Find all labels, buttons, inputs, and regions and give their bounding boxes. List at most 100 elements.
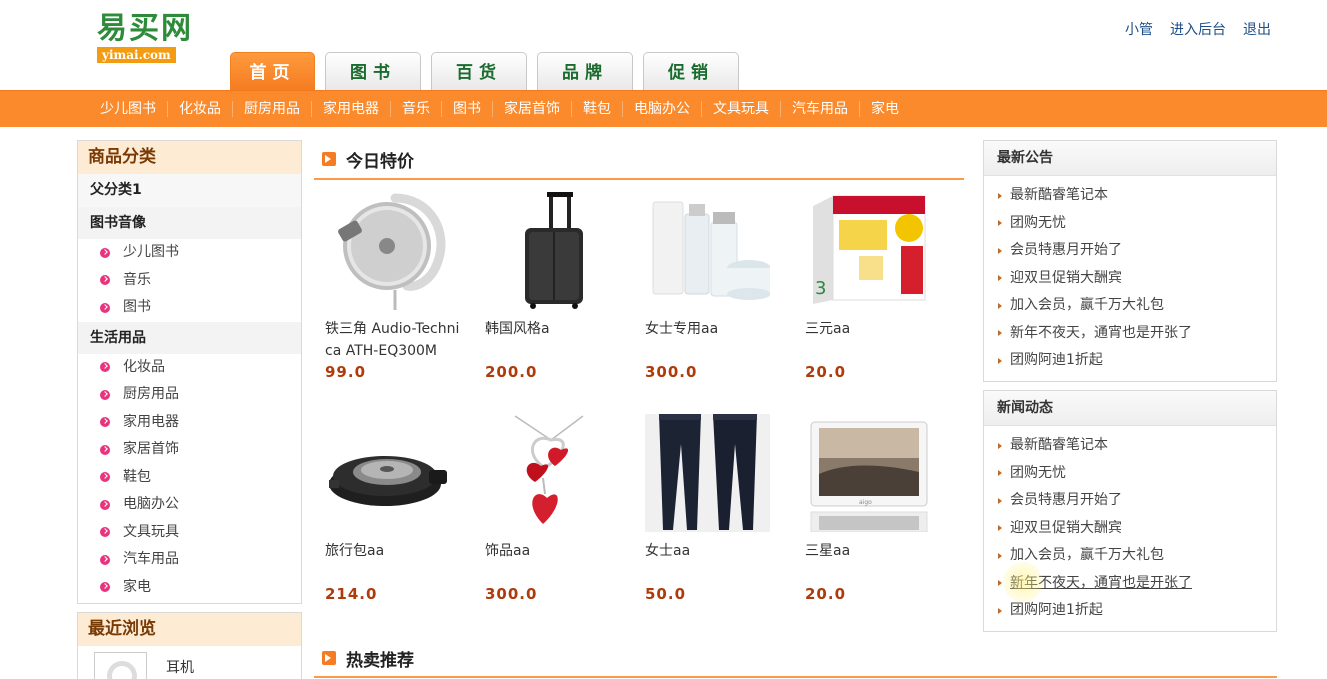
category-item[interactable]: 少儿图书 xyxy=(78,239,301,267)
notice-item[interactable]: 团购阿迪1折起 xyxy=(998,347,1276,375)
bullet-arrow-icon xyxy=(100,275,110,286)
notice-item[interactable]: 加入会员，赢千万大礼包 xyxy=(998,292,1276,320)
jeans-image-icon[interactable] xyxy=(645,414,770,532)
category-item[interactable]: 家用电器 xyxy=(78,409,301,437)
news-item[interactable]: 最新酷睿笔记本 xyxy=(998,432,1276,460)
category-item-label: 家用电器 xyxy=(123,413,179,430)
notice-panel: 最新公告 最新酷睿笔记本 团购无忧 会员特惠月开始了 迎双旦促销大酬宾 加入会员… xyxy=(983,140,1277,382)
logout-link[interactable]: 退出 xyxy=(1243,19,1271,39)
notice-title: 最新公告 xyxy=(984,141,1276,176)
milk-box-image-icon[interactable]: 3 xyxy=(805,192,930,310)
notice-item[interactable]: 最新酷睿笔记本 xyxy=(998,182,1276,210)
notice-item[interactable]: 团购无忧 xyxy=(998,210,1276,238)
product-card[interactable]: 铁三角 Audio-Technica ATH-EQ300M 99.0 xyxy=(325,192,485,414)
category-item[interactable]: 鞋包 xyxy=(78,464,301,492)
user-link[interactable]: 小管 xyxy=(1125,19,1153,39)
news-item[interactable]: 加入会员，赢千万大礼包 xyxy=(998,542,1276,570)
category-item[interactable]: 汽车用品 xyxy=(78,546,301,574)
news-item[interactable]: 会员特惠月开始了 xyxy=(998,487,1276,515)
cosmetics-image-icon[interactable] xyxy=(645,192,770,310)
category-item-label: 化妆品 xyxy=(123,358,165,375)
arrow-icon xyxy=(322,651,336,665)
news-title: 新闻动态 xyxy=(984,391,1276,426)
grill-image-icon[interactable] xyxy=(325,414,450,532)
news-item[interactable]: 团购无忧 xyxy=(998,460,1276,488)
nav-item[interactable]: 鞋包 xyxy=(572,101,623,117)
tab-home[interactable]: 首页 xyxy=(230,52,315,90)
recent-title: 最近浏览 xyxy=(78,613,301,646)
photo-frame-image-icon[interactable]: aigo xyxy=(805,414,930,532)
product-price: 20.0 xyxy=(805,363,847,381)
category-item[interactable]: 音乐 xyxy=(78,267,301,295)
headphone-image-icon[interactable] xyxy=(325,192,450,310)
bullet-arrow-icon xyxy=(100,302,110,313)
notice-item[interactable]: 迎双旦促销大酬宾 xyxy=(998,265,1276,293)
category-item[interactable]: 化妆品 xyxy=(78,354,301,382)
product-card[interactable]: aigo 三星aa 20.0 xyxy=(805,414,965,636)
product-name[interactable]: 铁三角 Audio-Technica ATH-EQ300M xyxy=(325,318,465,362)
nav-item[interactable]: 厨房用品 xyxy=(233,101,312,117)
category-item-label: 厨房用品 xyxy=(123,386,179,402)
category-item[interactable]: 电脑办公 xyxy=(78,491,301,519)
news-item[interactable]: 新年不夜天，通宵也是开张了 xyxy=(998,570,1276,598)
product-price: 20.0 xyxy=(805,585,847,603)
category-group[interactable]: 生活用品 xyxy=(78,321,301,354)
news-item[interactable]: 团购阿迪1折起 xyxy=(998,597,1276,625)
category-item[interactable]: 家电 xyxy=(78,574,301,602)
category-item[interactable]: 图书 xyxy=(78,294,301,322)
bullet-arrow-icon xyxy=(100,554,110,565)
nav-item[interactable]: 图书 xyxy=(442,101,493,117)
nav-item[interactable]: 少儿图书 xyxy=(89,101,168,117)
product-name[interactable]: 女士aa xyxy=(645,540,785,584)
nav-item[interactable]: 家电 xyxy=(860,101,910,117)
header: 易买网 yimai.com 小管 进入后台 退出 首页 图书 百货 品牌 促销 xyxy=(0,0,1327,90)
notice-item[interactable]: 会员特惠月开始了 xyxy=(998,237,1276,265)
nav-item[interactable]: 家用电器 xyxy=(312,101,391,117)
tab-department[interactable]: 百货 xyxy=(431,52,527,90)
tab-brands[interactable]: 品牌 xyxy=(537,52,633,90)
nav-item[interactable]: 化妆品 xyxy=(168,101,233,117)
category-title: 商品分类 xyxy=(78,141,301,174)
product-name[interactable]: 三星aa xyxy=(805,540,945,584)
product-card[interactable]: 3 三元aa 20.0 xyxy=(805,192,965,414)
nav-item[interactable]: 家居首饰 xyxy=(493,101,572,117)
bullet-arrow-icon xyxy=(100,362,110,373)
notice-box: 最新公告 最新酷睿笔记本 团购无忧 会员特惠月开始了 迎双旦促销大酬宾 加入会员… xyxy=(983,140,1277,382)
svg-text:3: 3 xyxy=(815,278,826,299)
nav-item[interactable]: 汽车用品 xyxy=(781,101,860,117)
product-price: 300.0 xyxy=(645,363,698,381)
heart-pendant-image-icon[interactable] xyxy=(485,414,610,532)
parent-category[interactable]: 父分类1 xyxy=(78,174,301,207)
category-item[interactable]: 厨房用品 xyxy=(78,381,301,409)
product-card[interactable]: 饰品aa 300.0 xyxy=(485,414,645,636)
category-group[interactable]: 图书音像 xyxy=(78,207,301,239)
nav-item[interactable]: 文具玩具 xyxy=(702,101,781,117)
news-item[interactable]: 迎双旦促销大酬宾 xyxy=(998,515,1276,543)
product-card[interactable]: 女士专用aa 300.0 xyxy=(645,192,805,414)
bullet-arrow-icon xyxy=(100,247,110,258)
product-name[interactable]: 旅行包aa xyxy=(325,540,465,584)
arrow-icon xyxy=(322,152,336,166)
nav-item[interactable]: 电脑办公 xyxy=(623,101,702,117)
product-name[interactable]: 饰品aa xyxy=(485,540,625,584)
recent-item[interactable]: 耳机 xyxy=(78,646,301,679)
nav-item[interactable]: 音乐 xyxy=(391,101,442,117)
product-name[interactable]: 韩国风格a xyxy=(485,318,625,362)
admin-link[interactable]: 进入后台 xyxy=(1170,19,1226,39)
tab-promotions[interactable]: 促销 xyxy=(643,52,739,90)
hot-recommend: 热卖推荐 xyxy=(314,640,1277,678)
product-name[interactable]: 三元aa xyxy=(805,318,945,362)
product-name[interactable]: 女士专用aa xyxy=(645,318,785,362)
product-card[interactable]: 女士aa 50.0 xyxy=(645,414,805,636)
site-logo[interactable]: 易买网 yimai.com xyxy=(97,12,207,68)
recent-viewed: 最近浏览 耳机 xyxy=(77,612,302,679)
notice-item[interactable]: 新年不夜天，通宵也是开张了 xyxy=(998,320,1276,348)
suitcase-image-icon[interactable] xyxy=(485,192,610,310)
news-box: 新闻动态 最新酷睿笔记本 团购无忧 会员特惠月开始了 迎双旦促销大酬宾 加入会员… xyxy=(983,390,1277,632)
category-item[interactable]: 家居首饰 xyxy=(78,436,301,464)
category-item[interactable]: 文具玩具 xyxy=(78,519,301,547)
tab-books[interactable]: 图书 xyxy=(325,52,421,90)
product-card[interactable]: 旅行包aa 214.0 xyxy=(325,414,485,636)
product-card[interactable]: 韩国风格a 200.0 xyxy=(485,192,645,414)
product-price: 200.0 xyxy=(485,363,538,381)
